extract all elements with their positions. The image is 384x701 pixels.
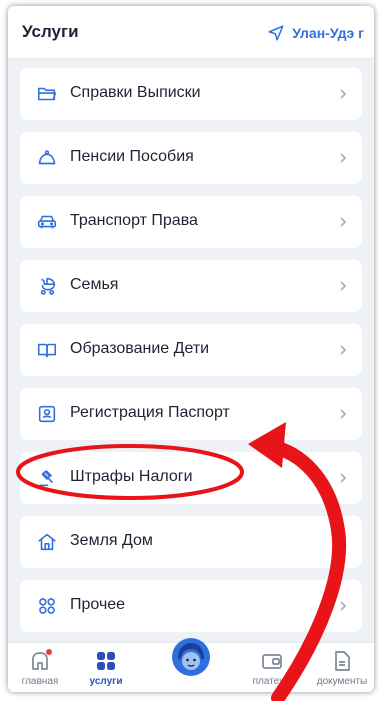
service-label: Земля Дом — [70, 532, 153, 549]
service-label: Семья — [70, 276, 119, 293]
service-item-other[interactable]: Прочее — [20, 580, 362, 632]
service-item-transport[interactable]: Транспорт Права — [20, 196, 362, 248]
stroller-icon — [40, 277, 56, 295]
service-label: Штрафы Налоги — [70, 468, 193, 485]
page-title: Услуги — [22, 22, 79, 41]
location-label: Улан-Удэ г — [292, 25, 364, 41]
chevron-right-icon — [340, 217, 347, 227]
service-label: Справки Выписки — [70, 84, 201, 101]
top-bar: Услуги Улан-Удэ г — [8, 6, 374, 59]
service-item-fines-taxes[interactable]: Штрафы Налоги — [20, 452, 362, 504]
assistant-avatar-icon[interactable] — [171, 637, 211, 677]
bottom-tab-bar: главная услуги платежи документы — [8, 638, 374, 692]
chevron-right-icon — [340, 345, 347, 355]
service-label: Прочее — [70, 596, 126, 613]
gavel-icon — [39, 470, 54, 487]
home-icon — [38, 533, 56, 551]
tab-services[interactable]: услуги — [76, 649, 136, 687]
app-screen: Услуги Улан-Удэ г Справки Выписки Пенсии… — [8, 6, 374, 692]
chevron-right-icon — [340, 537, 347, 547]
service-item-certificates[interactable]: Справки Выписки — [20, 68, 362, 120]
tab-documents[interactable]: документы — [312, 649, 372, 687]
chevron-right-icon — [340, 281, 347, 291]
car-icon — [37, 215, 57, 229]
service-label: Пенсии Пособия — [70, 148, 194, 165]
service-item-land-house[interactable]: Земля Дом — [20, 516, 362, 568]
chevron-right-icon — [340, 601, 347, 611]
passport-icon — [38, 405, 56, 423]
tab-home[interactable]: главная — [10, 649, 70, 687]
service-label: Транспорт Права — [70, 212, 198, 229]
service-item-family[interactable]: Семья — [20, 260, 362, 312]
book-icon — [37, 343, 57, 358]
document-icon — [335, 651, 350, 671]
service-item-education[interactable]: Образование Дети — [20, 324, 362, 376]
chevron-right-icon — [340, 409, 347, 419]
chevron-right-icon — [340, 473, 347, 483]
navigation-arrow-icon — [268, 25, 284, 41]
tab-label: услуги — [89, 676, 123, 687]
service-label: Регистрация Паспорт — [70, 404, 230, 421]
folder-icon — [37, 87, 57, 101]
notification-dot — [46, 649, 52, 655]
grid-icon — [39, 598, 55, 614]
service-item-registration[interactable]: Регистрация Паспорт — [20, 388, 362, 440]
tab-label: платежи — [252, 676, 292, 687]
wallet-icon — [262, 654, 282, 669]
pension-icon — [38, 150, 56, 165]
chevron-right-icon — [340, 153, 347, 163]
tab-payments[interactable]: платежи — [242, 649, 302, 687]
services-tab-icon — [97, 652, 115, 670]
tab-label: главная — [21, 676, 59, 687]
service-item-pensions[interactable]: Пенсии Пособия — [20, 132, 362, 184]
tab-label: документы — [316, 676, 368, 687]
service-label: Образование Дети — [70, 340, 210, 357]
location-selector[interactable]: Улан-Удэ г — [267, 24, 364, 42]
chevron-right-icon — [340, 89, 347, 99]
